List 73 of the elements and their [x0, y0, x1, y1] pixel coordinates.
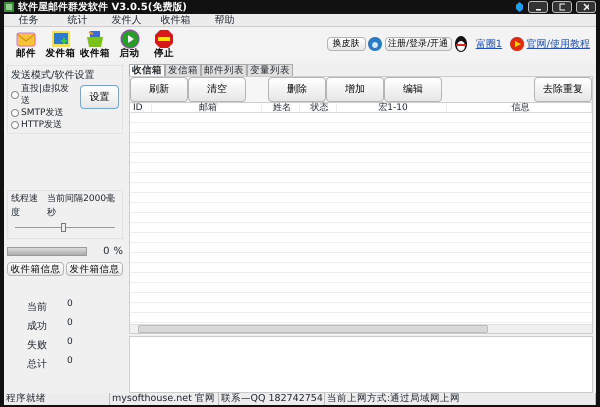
- menu-item[interactable]: 发件人: [102, 14, 151, 26]
- menu-item[interactable]: 任务: [4, 14, 53, 26]
- slider-thumb[interactable]: [61, 223, 66, 232]
- speed-label: 线程速度: [11, 193, 39, 220]
- action-button[interactable]: 清空: [188, 77, 246, 102]
- status-text: mysofthouse.net 官网: [110, 393, 219, 405]
- status-text: 联系—QQ 182742754: [219, 393, 325, 405]
- stat-value: 0: [67, 316, 73, 330]
- column-header[interactable]: ID: [130, 103, 152, 112]
- radio-button[interactable]: [11, 109, 19, 117]
- status-text: 程序就绪: [4, 393, 110, 405]
- menu-item[interactable]: 帮助: [200, 14, 249, 26]
- tab[interactable]: 变量列表: [247, 64, 293, 76]
- skin-button[interactable]: 换皮肤: [326, 37, 366, 51]
- horizontal-scrollbar[interactable]: [130, 324, 592, 333]
- column-header[interactable]: 邮箱: [152, 103, 262, 112]
- stat-label: 总计: [27, 358, 48, 372]
- tutorial-link[interactable]: 官网/使用教程: [526, 36, 590, 52]
- action-button[interactable]: 去除重复: [534, 77, 592, 102]
- action-button[interactable]: 刷新: [130, 77, 188, 102]
- radio-button[interactable]: [11, 91, 19, 99]
- progress-percent: 0: [103, 245, 110, 259]
- stat-value: 0: [67, 336, 73, 348]
- settings-button[interactable]: 设置: [80, 85, 119, 109]
- action-button[interactable]: 增加: [326, 77, 384, 102]
- menu-item[interactable]: 收件箱: [151, 14, 200, 26]
- globe-icon: [368, 37, 382, 51]
- minimize-button[interactable]: [528, 1, 548, 13]
- toolbar-button[interactable]: 停止: [148, 29, 180, 59]
- tab[interactable]: 收信箱: [129, 64, 165, 76]
- play-icon: [510, 37, 524, 51]
- inbox-icon: [85, 29, 105, 50]
- speed-slider[interactable]: [15, 222, 115, 234]
- radio-label[interactable]: SMTP发送: [21, 107, 64, 119]
- stat-label: 失败: [27, 338, 48, 352]
- percent-unit: %: [113, 245, 123, 259]
- info-button[interactable]: 发件箱信息: [66, 262, 123, 276]
- menu-item[interactable]: 统计: [53, 14, 102, 26]
- toolbar-button[interactable]: 启动: [114, 29, 146, 59]
- stop-sign-icon: [154, 29, 174, 50]
- stat-value: 0: [67, 354, 73, 368]
- radio-label[interactable]: HTTP发送: [21, 119, 62, 131]
- maximize-icon: [559, 3, 565, 11]
- qq-link[interactable]: 富圈1: [476, 36, 502, 52]
- action-button[interactable]: 删除: [268, 77, 326, 102]
- register-button[interactable]: 注册/登录/开通: [384, 37, 452, 51]
- app-icon: [4, 2, 14, 12]
- toolbar-button[interactable]: 邮件: [10, 29, 42, 59]
- window-title: 软件屋邮件群发软件 V3.0.5(免费版): [18, 0, 187, 14]
- status-text: 当前上网方式:通过局域网上网: [325, 393, 596, 405]
- toolbar-button[interactable]: 收件箱: [79, 29, 111, 59]
- skin-icon[interactable]: [515, 2, 524, 12]
- tab[interactable]: 发信箱: [165, 64, 201, 76]
- section-title: 发送模式/软件设置: [11, 68, 96, 83]
- radio-label[interactable]: 直投|虚拟发送: [20, 83, 78, 107]
- column-header[interactable]: 姓名: [262, 103, 300, 112]
- maximize-button[interactable]: [552, 1, 572, 13]
- toolbar-button[interactable]: 发件箱: [44, 29, 76, 59]
- stat-value: 0: [67, 298, 73, 310]
- column-header[interactable]: 信息: [447, 103, 592, 112]
- penguin-icon: [454, 36, 468, 52]
- stat-label: 成功: [27, 320, 48, 334]
- radio-button[interactable]: [11, 121, 19, 129]
- info-button[interactable]: 收件箱信息: [7, 262, 64, 276]
- column-header[interactable]: 状态: [300, 103, 337, 112]
- outbox-icon: [50, 29, 70, 50]
- stat-label: 当前: [27, 300, 48, 314]
- close-icon: [583, 3, 589, 11]
- column-header[interactable]: 宏1-10: [337, 103, 447, 112]
- interval-label: 当前间隔2000毫秒: [47, 193, 116, 220]
- tab[interactable]: 邮件列表: [201, 64, 247, 76]
- action-button[interactable]: 编辑: [384, 77, 442, 102]
- close-button[interactable]: [576, 1, 596, 13]
